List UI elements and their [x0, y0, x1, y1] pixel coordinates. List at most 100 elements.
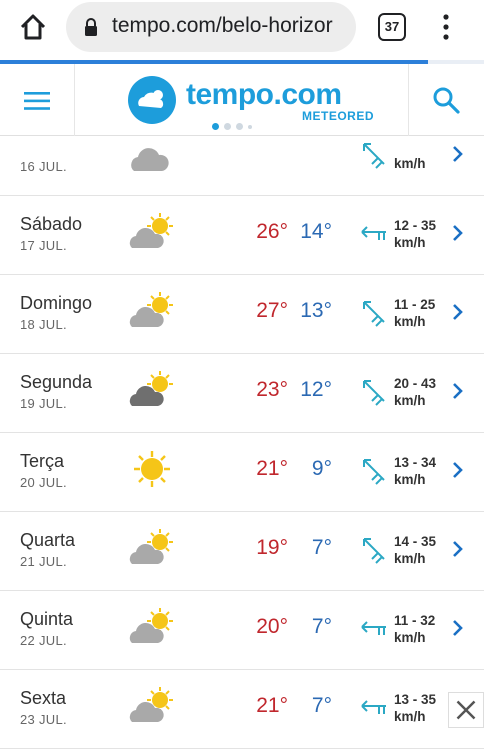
site-header: tempo.com METEORED: [0, 64, 484, 136]
forecast-row[interactable]: Quinta 22 JUL. 20° 7° 11 - 32 km/h: [0, 591, 484, 670]
logo-subtitle: METEORED: [302, 109, 375, 123]
forecast-row[interactable]: Sexta 23 JUL. 21° 7° 13 - 35 km/h: [0, 670, 484, 749]
search-icon[interactable]: [432, 86, 460, 114]
tab-switcher-button[interactable]: 37: [378, 13, 406, 41]
day-date: 16 JUL.: [20, 159, 67, 174]
sun-behind-cloud-icon: [129, 529, 173, 564]
max-temperature: 19°: [256, 536, 288, 559]
wind-speed: 13 - 34 km/h: [394, 454, 436, 488]
wind-range: 12 - 35: [394, 218, 437, 233]
address-bar[interactable]: tempo.com/belo-horizor: [66, 2, 356, 52]
cloud-icon: [131, 148, 169, 171]
carousel-dots: [212, 123, 252, 130]
forecast-row[interactable]: 16 JUL. km/h: [0, 137, 484, 196]
wind-range: 13 - 35: [394, 692, 437, 707]
day-date: 22 JUL.: [20, 633, 67, 648]
wind-range: 14 - 35: [394, 534, 437, 549]
wind-speed: 13 - 35 km/h: [394, 691, 436, 725]
day-date: 21 JUL.: [20, 554, 67, 569]
logo-text[interactable]: tempo.com: [186, 78, 342, 112]
min-temperature: 13°: [300, 299, 332, 322]
max-temperature: 21°: [256, 457, 288, 480]
wind-unit: km/h: [394, 472, 426, 487]
wind-unit: km/h: [394, 709, 426, 724]
lock-icon: [85, 18, 97, 36]
day-date: 18 JUL.: [20, 317, 67, 332]
wind-arrow-west-icon: [361, 226, 386, 240]
day-name: Quarta: [20, 530, 76, 550]
wind-unit: km/h: [394, 630, 426, 645]
day-name: Sábado: [20, 214, 83, 234]
min-temperature: 7°: [311, 694, 332, 717]
wind-arrow-west-icon: [361, 700, 386, 714]
wind-speed: 11 - 32 km/h: [394, 612, 435, 646]
menu-icon[interactable]: [24, 92, 50, 110]
forecast-row[interactable]: Sábado 17 JUL. 26° 14° 12 - 35 km/h: [0, 196, 484, 275]
home-icon[interactable]: [18, 12, 48, 42]
forecast-row[interactable]: Quarta 21 JUL. 19° 7° 14 - 35 km/h: [0, 512, 484, 591]
sun-behind-cloud-icon: [129, 608, 173, 643]
sun-behind-cloud-icon: [129, 292, 173, 327]
wind-speed: 14 - 35 km/h: [394, 533, 436, 567]
max-temperature: 26°: [256, 220, 288, 243]
browser-toolbar: tempo.com/belo-horizor 37: [0, 0, 484, 58]
wind-speed: 11 - 25 km/h: [394, 296, 435, 330]
day-name: Sexta: [20, 688, 67, 708]
min-temperature: 9°: [311, 457, 332, 480]
max-temperature: 21°: [256, 694, 288, 717]
wind-arrow-diagonal-icon: [363, 301, 385, 327]
wind-range: 20 - 43: [394, 376, 437, 391]
min-temperature: 12°: [300, 378, 332, 401]
more-options-icon[interactable]: [440, 12, 452, 42]
sun-behind-dark-cloud-icon: [129, 371, 173, 406]
chevron-right-icon[interactable]: [452, 382, 464, 400]
wind-speed: km/h: [394, 138, 426, 172]
max-temperature: 27°: [256, 299, 288, 322]
chevron-right-icon[interactable]: [452, 619, 464, 637]
url-text: tempo.com/belo-horizor: [112, 14, 333, 37]
day-date: 20 JUL.: [20, 475, 67, 490]
logo-icon[interactable]: [128, 76, 176, 124]
wind-arrow-diagonal-icon: [363, 143, 385, 169]
day-name: Quinta: [20, 609, 74, 629]
wind-unit: km/h: [394, 235, 426, 250]
wind-range: 11 - 25: [394, 297, 436, 312]
min-temperature: 7°: [311, 615, 332, 638]
day-name: Domingo: [20, 293, 93, 313]
close-icon: [456, 700, 476, 720]
min-temperature: 7°: [311, 536, 332, 559]
day-date: 19 JUL.: [20, 396, 67, 411]
sun-behind-cloud-icon: [129, 687, 173, 722]
forecast-list: 16 JUL. km/h Sábado 17 JUL. 26° 14° 12 - 35 km/…: [0, 137, 484, 750]
max-temperature: 20°: [256, 615, 288, 638]
chevron-right-icon[interactable]: [452, 224, 464, 242]
chevron-right-icon[interactable]: [452, 540, 464, 558]
max-temperature: 23°: [256, 378, 288, 401]
forecast-row[interactable]: Segunda 19 JUL. 23° 12° 20 - 43 km/h: [0, 354, 484, 433]
wind-arrow-diagonal-icon: [363, 459, 385, 485]
day-name: Terça: [20, 451, 65, 471]
wind-speed: 12 - 35 km/h: [394, 217, 436, 251]
wind-unit: km/h: [394, 393, 426, 408]
wind-arrow-diagonal-icon: [363, 380, 385, 406]
day-date: 17 JUL.: [20, 238, 67, 253]
sun-behind-cloud-icon: [129, 213, 173, 248]
forecast-row[interactable]: Terça 20 JUL. 21° 9° 13 - 34 km/h: [0, 433, 484, 512]
wind-unit: km/h: [394, 156, 426, 171]
wind-unit: km/h: [394, 314, 426, 329]
wind-range: 11 - 32: [394, 613, 436, 628]
wind-speed: 20 - 43 km/h: [394, 375, 436, 409]
chevron-right-icon[interactable]: [452, 145, 464, 163]
wind-unit: km/h: [394, 551, 426, 566]
wind-range: 13 - 34: [394, 455, 437, 470]
min-temperature: 14°: [300, 220, 332, 243]
day-date: 23 JUL.: [20, 712, 67, 727]
day-name: Segunda: [20, 372, 93, 392]
wind-arrow-west-icon: [361, 621, 386, 635]
wind-arrow-diagonal-icon: [363, 538, 385, 564]
forecast-row[interactable]: Domingo 18 JUL. 27° 13° 11 - 25 km/h: [0, 275, 484, 354]
close-ad-button[interactable]: [448, 692, 484, 728]
sun-icon: [134, 451, 170, 487]
chevron-right-icon[interactable]: [452, 461, 464, 479]
chevron-right-icon[interactable]: [452, 303, 464, 321]
